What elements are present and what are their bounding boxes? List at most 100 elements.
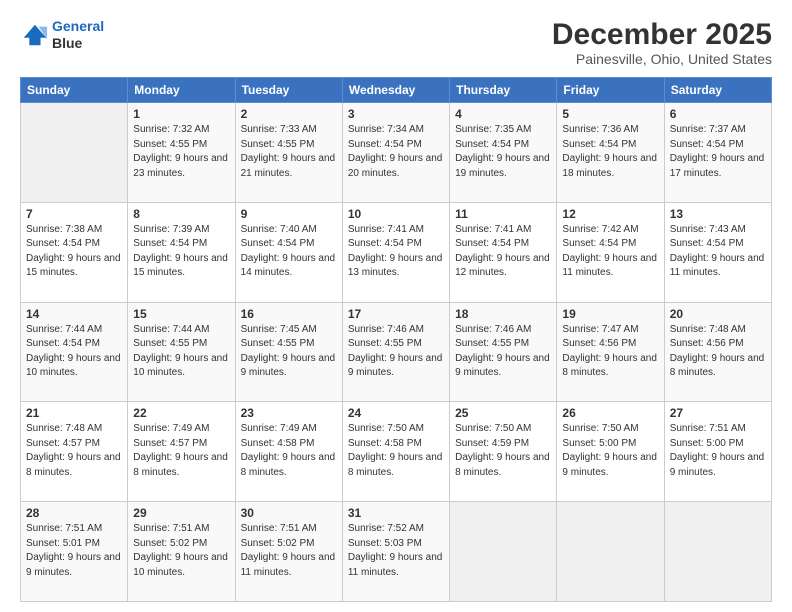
day-number: 21 (26, 406, 122, 420)
day-info: Sunrise: 7:40 AMSunset: 4:54 PMDaylight:… (241, 223, 337, 281)
day-number: 28 (26, 506, 122, 520)
logo: General Blue (20, 18, 104, 52)
subtitle: Painesville, Ohio, United States (552, 51, 772, 67)
day-info: Sunrise: 7:45 AMSunset: 4:55 PMDaylight:… (241, 323, 337, 381)
weekday-header-saturday: Saturday (664, 78, 771, 103)
day-cell: 12 Sunrise: 7:42 AMSunset: 4:54 PMDayligh… (557, 202, 664, 302)
day-number: 31 (348, 506, 444, 520)
day-cell: 16 Sunrise: 7:45 AMSunset: 4:55 PMDayligh… (235, 302, 342, 402)
page: General Blue December 2025 Painesville, … (0, 0, 792, 612)
day-number: 7 (26, 207, 122, 221)
day-info: Sunrise: 7:48 AMSunset: 4:56 PMDaylight:… (670, 323, 766, 381)
day-cell: 1 Sunrise: 7:32 AMSunset: 4:55 PMDaylight… (128, 103, 235, 203)
day-info: Sunrise: 7:44 AMSunset: 4:54 PMDaylight:… (26, 323, 122, 381)
day-cell: 23Sunrise: 7:49 AMSunset: 4:58 PMDayligh… (235, 402, 342, 502)
day-cell: 25 Sunrise: 7:50 AMSunset: 4:59 PMDayligh… (450, 402, 557, 502)
weekday-header-monday: Monday (128, 78, 235, 103)
day-number: 19 (562, 307, 658, 321)
week-row-2: 14Sunrise: 7:44 AMSunset: 4:54 PMDayligh… (21, 302, 772, 402)
day-cell: 26 Sunrise: 7:50 AMSunset: 5:00 PMDayligh… (557, 402, 664, 502)
day-number: 22 (133, 406, 229, 420)
day-number: 13 (670, 207, 766, 221)
day-info: Sunrise: 7:48 AMSunset: 4:57 PMDaylight:… (26, 422, 122, 480)
day-number: 15 (133, 307, 229, 321)
day-cell: 7Sunrise: 7:38 AMSunset: 4:54 PMDaylight… (21, 202, 128, 302)
day-info: Sunrise: 7:32 AMSunset: 4:55 PMDaylight:… (133, 123, 229, 181)
day-info: Sunrise: 7:41 AMSunset: 4:54 PMDaylight:… (455, 223, 551, 281)
day-number: 18 (455, 307, 551, 321)
week-row-3: 21 Sunrise: 7:48 AMSunset: 4:57 PMDayligh… (21, 402, 772, 502)
day-number: 8 (133, 207, 229, 221)
day-cell: 11 Sunrise: 7:41 AMSunset: 4:54 PMDayligh… (450, 202, 557, 302)
day-cell: 5Sunrise: 7:36 AMSunset: 4:54 PMDaylight… (557, 103, 664, 203)
day-cell: 20Sunrise: 7:48 AMSunset: 4:56 PMDayligh… (664, 302, 771, 402)
day-number: 24 (348, 406, 444, 420)
day-cell: 9 Sunrise: 7:40 AMSunset: 4:54 PMDaylight… (235, 202, 342, 302)
day-number: 26 (562, 406, 658, 420)
day-cell: 21 Sunrise: 7:48 AMSunset: 4:57 PMDayligh… (21, 402, 128, 502)
day-number: 1 (133, 107, 229, 121)
day-info: Sunrise: 7:33 AMSunset: 4:55 PMDaylight:… (241, 123, 337, 181)
weekday-header-sunday: Sunday (21, 78, 128, 103)
day-info: Sunrise: 7:51 AMSunset: 5:01 PMDaylight:… (26, 522, 122, 580)
day-info: Sunrise: 7:34 AMSunset: 4:54 PMDaylight:… (348, 123, 444, 181)
day-cell: 3Sunrise: 7:34 AMSunset: 4:54 PMDaylight… (342, 103, 449, 203)
day-cell: 2 Sunrise: 7:33 AMSunset: 4:55 PMDaylight… (235, 103, 342, 203)
day-info: Sunrise: 7:46 AMSunset: 4:55 PMDaylight:… (348, 323, 444, 381)
day-info: Sunrise: 7:39 AMSunset: 4:54 PMDaylight:… (133, 223, 229, 281)
day-cell: 22 Sunrise: 7:49 AMSunset: 4:57 PMDayligh… (128, 402, 235, 502)
day-number: 30 (241, 506, 337, 520)
day-cell (557, 502, 664, 602)
weekday-header-thursday: Thursday (450, 78, 557, 103)
day-cell: 17 Sunrise: 7:46 AMSunset: 4:55 PMDayligh… (342, 302, 449, 402)
main-title: December 2025 (552, 18, 772, 51)
logo-text: General Blue (52, 18, 104, 52)
day-number: 9 (241, 207, 337, 221)
day-number: 12 (562, 207, 658, 221)
day-cell: 31 Sunrise: 7:52 AMSunset: 5:03 PMDayligh… (342, 502, 449, 602)
day-cell: 4Sunrise: 7:35 AMSunset: 4:54 PMDaylight… (450, 103, 557, 203)
day-cell: 27Sunrise: 7:51 AMSunset: 5:00 PMDayligh… (664, 402, 771, 502)
day-info: Sunrise: 7:50 AMSunset: 4:58 PMDaylight:… (348, 422, 444, 480)
day-number: 25 (455, 406, 551, 420)
day-cell: 29Sunrise: 7:51 AMSunset: 5:02 PMDayligh… (128, 502, 235, 602)
day-cell (450, 502, 557, 602)
day-cell (21, 103, 128, 203)
day-number: 16 (241, 307, 337, 321)
day-cell: 14Sunrise: 7:44 AMSunset: 4:54 PMDayligh… (21, 302, 128, 402)
day-cell (664, 502, 771, 602)
day-info: Sunrise: 7:41 AMSunset: 4:54 PMDaylight:… (348, 223, 444, 281)
day-info: Sunrise: 7:50 AMSunset: 5:00 PMDaylight:… (562, 422, 658, 480)
weekday-header-tuesday: Tuesday (235, 78, 342, 103)
day-cell: 13Sunrise: 7:43 AMSunset: 4:54 PMDayligh… (664, 202, 771, 302)
day-info: Sunrise: 7:51 AMSunset: 5:02 PMDaylight:… (241, 522, 337, 580)
day-number: 11 (455, 207, 551, 221)
day-number: 2 (241, 107, 337, 121)
day-cell: 8 Sunrise: 7:39 AMSunset: 4:54 PMDaylight… (128, 202, 235, 302)
day-info: Sunrise: 7:52 AMSunset: 5:03 PMDaylight:… (348, 522, 444, 580)
day-info: Sunrise: 7:46 AMSunset: 4:55 PMDaylight:… (455, 323, 551, 381)
day-cell: 19Sunrise: 7:47 AMSunset: 4:56 PMDayligh… (557, 302, 664, 402)
day-info: Sunrise: 7:37 AMSunset: 4:54 PMDaylight:… (670, 123, 766, 181)
day-cell: 24 Sunrise: 7:50 AMSunset: 4:58 PMDayligh… (342, 402, 449, 502)
day-cell: 28 Sunrise: 7:51 AMSunset: 5:01 PMDayligh… (21, 502, 128, 602)
day-info: Sunrise: 7:44 AMSunset: 4:55 PMDaylight:… (133, 323, 229, 381)
weekday-header-friday: Friday (557, 78, 664, 103)
day-info: Sunrise: 7:42 AMSunset: 4:54 PMDaylight:… (562, 223, 658, 281)
day-info: Sunrise: 7:50 AMSunset: 4:59 PMDaylight:… (455, 422, 551, 480)
title-block: December 2025 Painesville, Ohio, United … (552, 18, 772, 67)
day-number: 29 (133, 506, 229, 520)
day-number: 10 (348, 207, 444, 221)
day-number: 6 (670, 107, 766, 121)
day-number: 5 (562, 107, 658, 121)
logo-line1: General (52, 18, 104, 34)
day-number: 17 (348, 307, 444, 321)
day-number: 27 (670, 406, 766, 420)
weekday-header-row: SundayMondayTuesdayWednesdayThursdayFrid… (21, 78, 772, 103)
day-info: Sunrise: 7:49 AMSunset: 4:57 PMDaylight:… (133, 422, 229, 480)
day-cell: 30 Sunrise: 7:51 AMSunset: 5:02 PMDayligh… (235, 502, 342, 602)
logo-line2: Blue (52, 35, 104, 52)
day-cell: 15 Sunrise: 7:44 AMSunset: 4:55 PMDayligh… (128, 302, 235, 402)
day-info: Sunrise: 7:49 AMSunset: 4:58 PMDaylight:… (241, 422, 337, 480)
header: General Blue December 2025 Painesville, … (20, 18, 772, 67)
